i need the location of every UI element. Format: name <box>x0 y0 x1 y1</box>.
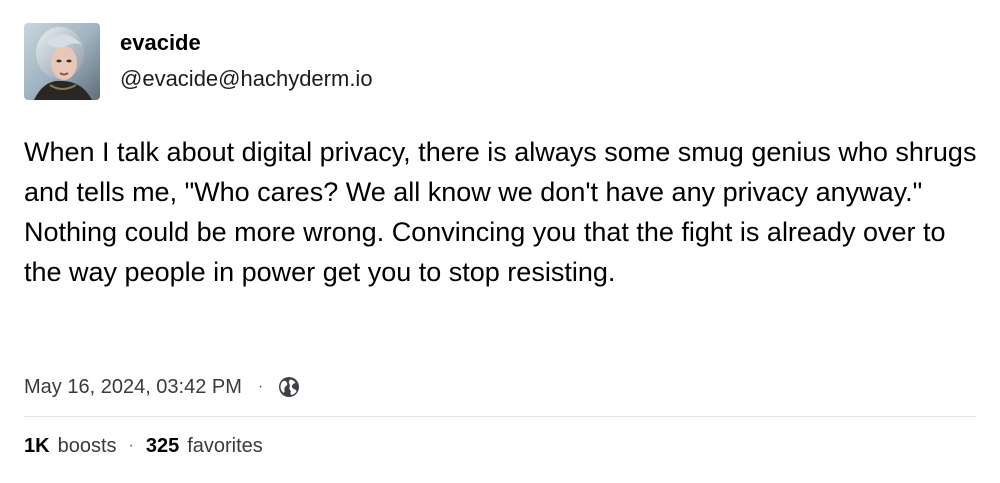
post-header: evacide @evacide@hachyderm.io <box>24 23 373 100</box>
account-handle[interactable]: @evacide@hachyderm.io <box>120 65 373 93</box>
avatar-portrait-icon <box>24 23 100 100</box>
favorites-label: favorites <box>187 434 263 457</box>
boosts-count: 1K <box>24 434 50 457</box>
author-names: evacide @evacide@hachyderm.io <box>120 29 373 93</box>
divider <box>24 416 976 417</box>
globe-icon[interactable] <box>277 375 301 399</box>
boosts-stat[interactable]: 1K boosts <box>24 435 117 458</box>
post-timestamp[interactable]: May 16, 2024, 03:42 PM <box>24 376 242 399</box>
display-name[interactable]: evacide <box>120 29 373 57</box>
post-card: evacide @evacide@hachyderm.io When I tal… <box>0 0 1000 483</box>
avatar[interactable] <box>24 23 100 100</box>
boosts-label: boosts <box>57 434 117 457</box>
post-meta: May 16, 2024, 03:42 PM · <box>24 371 301 403</box>
favorites-stat[interactable]: 325 favorites <box>146 435 263 458</box>
meta-separator: · <box>257 378 264 395</box>
post-text: When I talk about digital privacy, there… <box>24 137 977 287</box>
stats-separator: · <box>128 437 134 454</box>
favorites-count: 325 <box>145 434 180 457</box>
post-stats: 1K boosts · 325 favorites <box>24 432 263 460</box>
